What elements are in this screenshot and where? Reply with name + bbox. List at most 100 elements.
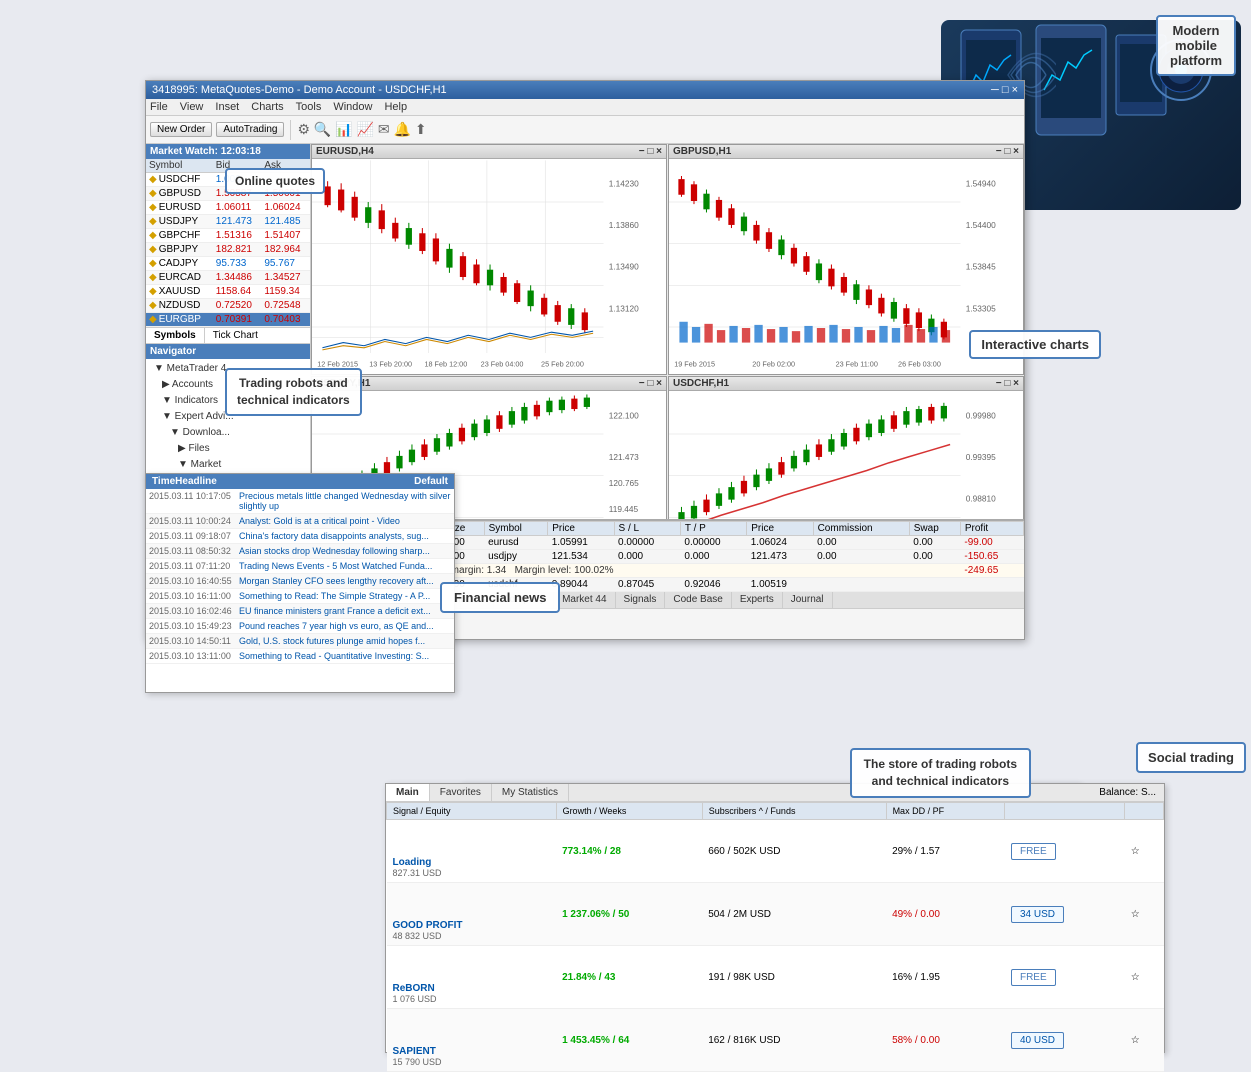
market-watch-row[interactable]: ◆NZDUSD 0.72520 0.72548 xyxy=(146,299,310,313)
auto-trading-button[interactable]: AutoTrading xyxy=(216,122,284,137)
social-signal-row[interactable]: Loading 827.31 USD 773.14% / 28 660 / 50… xyxy=(387,820,1164,883)
tab-codebase[interactable]: Code Base xyxy=(665,592,731,608)
mw-bid: 182.821 xyxy=(213,243,262,257)
svg-text:20 Feb 02:00: 20 Feb 02:00 xyxy=(752,360,795,369)
menu-bar[interactable]: File View Inset Charts Tools Window Help xyxy=(146,99,1024,116)
mobile-callout-text: Modern mobile platform xyxy=(1170,23,1222,68)
social-signal-row[interactable]: ReBORN 1 076 USD 21.84% / 43 191 / 98K U… xyxy=(387,946,1164,1009)
new-order-button[interactable]: New Order xyxy=(150,122,212,137)
signal-subscribe-button[interactable]: 34 USD xyxy=(1011,906,1064,923)
signal-star[interactable]: ☆ xyxy=(1125,946,1164,1009)
mw-ask: 0.72548 xyxy=(261,299,310,313)
signal-name: SAPIENT xyxy=(393,1046,551,1057)
mw-symbol: ◆XAUUSD xyxy=(146,285,213,299)
chart-controls-gbpusd: − □ × xyxy=(996,146,1019,157)
col-symbol: Symbol xyxy=(146,159,213,173)
menu-inset[interactable]: Inset xyxy=(215,101,239,113)
news-date: 2015.03.10 14:50:11 xyxy=(146,634,236,649)
nav-download[interactable]: ▼ Downloa... xyxy=(148,425,308,441)
market-watch-body: ◆USDCHF 1.009 ◆GBPUSD 1.50587 1.50601 ◆E… xyxy=(146,173,310,327)
tab-experts[interactable]: Experts xyxy=(732,592,783,608)
menu-tools[interactable]: Tools xyxy=(296,101,322,113)
menu-help[interactable]: Help xyxy=(384,101,407,113)
market-watch-row[interactable]: ◆USDJPY 121.473 121.485 xyxy=(146,215,310,229)
news-row[interactable]: 2015.03.10 14:50:11 Gold, U.S. stock fut… xyxy=(146,634,454,649)
diamond-icon: ◆ xyxy=(149,174,157,185)
social-signal-row[interactable]: SAPIENT 15 790 USD 1 453.45% / 64 162 / … xyxy=(387,1009,1164,1072)
tab-market[interactable]: Market 44 xyxy=(554,592,615,608)
mw-ask: 1.06024 xyxy=(261,201,310,215)
social-tab-main[interactable]: Main xyxy=(386,784,430,801)
social-callout: Social trading xyxy=(1136,742,1246,773)
order-profit-1: -99.00 xyxy=(960,536,1023,550)
news-row[interactable]: 2015.03.11 07:11:20 Trading News Events … xyxy=(146,559,454,574)
news-title: Morgan Stanley CFO sees lengthy recovery… xyxy=(236,574,454,589)
chart-label-usdchf: USDCHF,H1 xyxy=(673,378,729,389)
signal-subscribe-button[interactable]: FREE xyxy=(1011,843,1056,860)
news-row[interactable]: 2015.03.11 08:50:32 Asian stocks drop We… xyxy=(146,544,454,559)
social-signal-row[interactable]: GOOD PROFIT 48 832 USD 1 237.06% / 50 50… xyxy=(387,883,1164,946)
symbols-tab[interactable]: Symbols xyxy=(146,328,205,343)
market-watch-row[interactable]: ◆EURUSD 1.06011 1.06024 xyxy=(146,201,310,215)
mw-bid: 1.51316 xyxy=(213,229,262,243)
news-title: Something to Read - Quantitative Investi… xyxy=(236,649,454,664)
news-row[interactable]: 2015.03.10 16:40:55 Morgan Stanley CFO s… xyxy=(146,574,454,589)
signal-star[interactable]: ☆ xyxy=(1125,820,1164,883)
menu-charts[interactable]: Charts xyxy=(251,101,283,113)
signal-action[interactable]: 40 USD xyxy=(1005,1009,1125,1072)
svg-text:121.473: 121.473 xyxy=(609,452,639,462)
title-bar: 3418995: MetaQuotes-Demo - Demo Account … xyxy=(146,81,1024,99)
nav-market[interactable]: ▼ Market xyxy=(148,457,308,473)
tab-journal[interactable]: Journal xyxy=(783,592,833,608)
order-symbol-2: usdjpy xyxy=(484,550,548,564)
svg-text:1.13490: 1.13490 xyxy=(609,262,639,272)
news-row[interactable]: 2015.03.10 16:02:46 EU finance ministers… xyxy=(146,604,454,619)
menu-window[interactable]: Window xyxy=(333,101,372,113)
signal-star[interactable]: ☆ xyxy=(1125,883,1164,946)
social-tab-statistics[interactable]: My Statistics xyxy=(492,784,569,801)
order-swap-3 xyxy=(909,578,960,592)
diamond-icon: ◆ xyxy=(149,286,157,297)
signal-subscribers: 191 / 98K USD xyxy=(702,946,886,1009)
svg-text:119.445: 119.445 xyxy=(609,504,639,514)
mw-bid: 1158.64 xyxy=(213,285,262,299)
market-watch-row[interactable]: ◆EURCAD 1.34486 1.34527 xyxy=(146,271,310,285)
news-row[interactable]: 2015.03.11 10:17:05 Precious metals litt… xyxy=(146,489,454,514)
menu-file[interactable]: File xyxy=(150,101,168,113)
signal-subscribe-button[interactable]: FREE xyxy=(1011,969,1056,986)
tick-chart-tab[interactable]: Tick Chart xyxy=(205,328,266,343)
signal-subscribe-button[interactable]: 40 USD xyxy=(1011,1032,1064,1049)
news-row[interactable]: 2015.03.10 15:49:23 Pound reaches 7 year… xyxy=(146,619,454,634)
nav-files[interactable]: ▶ Files xyxy=(148,441,308,457)
col-action xyxy=(1005,803,1125,820)
market-watch-row[interactable]: ◆GBPCHF 1.51316 1.51407 xyxy=(146,229,310,243)
signal-action[interactable]: FREE xyxy=(1005,820,1125,883)
signal-growth: 1 453.45% / 64 xyxy=(556,1009,702,1072)
signal-star[interactable]: ☆ xyxy=(1125,1009,1164,1072)
mw-symbol: ◆GBPUSD xyxy=(146,187,213,201)
news-row[interactable]: 2015.03.11 10:00:24 Analyst: Gold is at … xyxy=(146,514,454,529)
order-swap-2: 0.00 xyxy=(909,550,960,564)
market-watch-row[interactable]: ◆EURGBP 0.70391 0.70403 xyxy=(146,313,310,327)
news-row[interactable]: 2015.03.10 13:11:00 Something to Read - … xyxy=(146,649,454,664)
market-watch-row[interactable]: ◆GBPJPY 182.821 182.964 xyxy=(146,243,310,257)
mw-bid: 95.733 xyxy=(213,257,262,271)
menu-view[interactable]: View xyxy=(180,101,204,113)
news-row[interactable]: 2015.03.11 09:18:07 China's factory data… xyxy=(146,529,454,544)
news-title: EU finance ministers grant France a defi… xyxy=(236,604,454,619)
svg-text:23 Feb 04:00: 23 Feb 04:00 xyxy=(481,360,524,369)
market-watch-row[interactable]: ◆CADJPY 95.733 95.767 xyxy=(146,257,310,271)
signal-action[interactable]: 34 USD xyxy=(1005,883,1125,946)
signal-action[interactable]: FREE xyxy=(1005,946,1125,1009)
news-row[interactable]: 2015.03.10 16:11:00 Something to Read: T… xyxy=(146,589,454,604)
eurusd-chart-svg: 1.14230 1.13860 1.13490 1.13120 xyxy=(312,159,666,370)
market-watch-row[interactable]: ◆XAUUSD 1158.64 1159.34 xyxy=(146,285,310,299)
order-symbol-1: eurusd xyxy=(484,536,548,550)
order-price-2: 121.534 xyxy=(548,550,614,564)
signal-subscribers: 504 / 2M USD xyxy=(702,883,886,946)
svg-text:1.14230: 1.14230 xyxy=(609,178,639,188)
social-tab-favorites[interactable]: Favorites xyxy=(430,784,492,801)
tab-signals[interactable]: Signals xyxy=(616,592,666,608)
window-controls: ─ □ × xyxy=(991,84,1018,96)
diamond-icon: ◆ xyxy=(149,258,157,269)
